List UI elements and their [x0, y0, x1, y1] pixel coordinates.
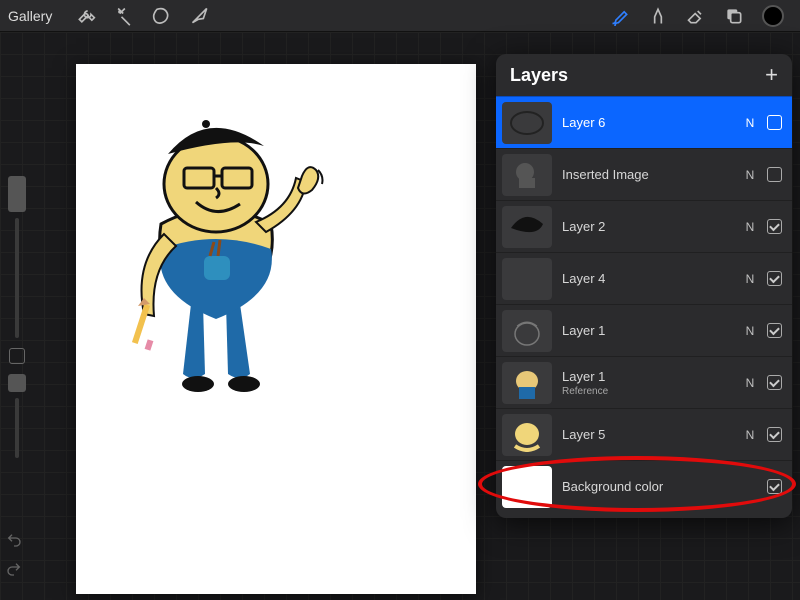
visibility-checkbox[interactable]: [767, 479, 782, 494]
layer-name: Layer 2: [562, 219, 733, 234]
layer-sublabel: Reference: [562, 386, 733, 397]
blend-mode-indicator[interactable]: N: [743, 376, 757, 390]
layer-row[interactable]: Layer 4 N: [496, 252, 792, 304]
visibility-checkbox[interactable]: [767, 375, 782, 390]
panel-title: Layers: [510, 65, 568, 86]
smudge-icon[interactable]: [648, 6, 668, 26]
layer-row[interactable]: Inserted Image N: [496, 148, 792, 200]
visibility-checkbox[interactable]: [767, 323, 782, 338]
layer-name: Layer 5: [562, 427, 733, 442]
layer-row[interactable]: Layer 6 N: [496, 96, 792, 148]
layer-row[interactable]: Layer 1 Reference N: [496, 356, 792, 408]
blend-mode-indicator[interactable]: N: [743, 272, 757, 286]
visibility-checkbox[interactable]: [767, 115, 782, 130]
layer-name: Inserted Image: [562, 167, 733, 182]
background-color-row[interactable]: Background color: [496, 460, 792, 512]
layers-panel: Layers + Layer 6 N Inserted Image N Laye…: [496, 54, 792, 518]
blend-mode-indicator[interactable]: N: [743, 116, 757, 130]
undo-icon[interactable]: [6, 532, 22, 553]
layer-name: Layer 1: [562, 323, 733, 338]
layer-row[interactable]: Layer 1 N: [496, 304, 792, 356]
eraser-icon[interactable]: [686, 6, 706, 26]
canvas[interactable]: [76, 64, 476, 594]
move-icon[interactable]: [190, 6, 210, 26]
visibility-checkbox[interactable]: [767, 167, 782, 182]
artwork-character: [106, 84, 326, 404]
layers-icon[interactable]: [724, 6, 744, 26]
visibility-checkbox[interactable]: [767, 271, 782, 286]
layer-name: Layer 6: [562, 115, 733, 130]
visibility-checkbox[interactable]: [767, 219, 782, 234]
layer-row[interactable]: Layer 5 N: [496, 408, 792, 460]
add-layer-button[interactable]: +: [765, 64, 778, 86]
visibility-checkbox[interactable]: [767, 427, 782, 442]
brush-icon[interactable]: [610, 6, 630, 26]
adjustments-icon[interactable]: [114, 6, 134, 26]
brush-size-slider[interactable]: [6, 182, 28, 458]
layer-thumbnail: [502, 414, 552, 456]
blend-mode-indicator[interactable]: N: [743, 428, 757, 442]
layer-thumbnail: [502, 362, 552, 404]
layer-row[interactable]: Layer 2 N: [496, 200, 792, 252]
layer-thumbnail: [502, 102, 552, 144]
layer-thumbnail: [502, 258, 552, 300]
layer-thumbnail: [502, 206, 552, 248]
selection-icon[interactable]: [152, 6, 172, 26]
modify-toggle[interactable]: [9, 348, 25, 364]
layer-thumbnail: [502, 310, 552, 352]
opacity-slider[interactable]: [8, 374, 26, 392]
blend-mode-indicator[interactable]: N: [743, 324, 757, 338]
gallery-button[interactable]: Gallery: [8, 8, 52, 24]
color-swatch[interactable]: [762, 5, 784, 27]
layer-name: Background color: [562, 479, 733, 494]
layer-thumbnail: [502, 154, 552, 196]
layer-thumbnail: [502, 466, 552, 508]
blend-mode-indicator[interactable]: N: [743, 220, 757, 234]
top-toolbar: Gallery: [0, 0, 800, 32]
redo-icon[interactable]: [6, 561, 22, 582]
layer-name: Layer 1: [562, 369, 733, 384]
wrench-icon[interactable]: [76, 6, 96, 26]
blend-mode-indicator[interactable]: N: [743, 168, 757, 182]
layer-name: Layer 4: [562, 271, 733, 286]
